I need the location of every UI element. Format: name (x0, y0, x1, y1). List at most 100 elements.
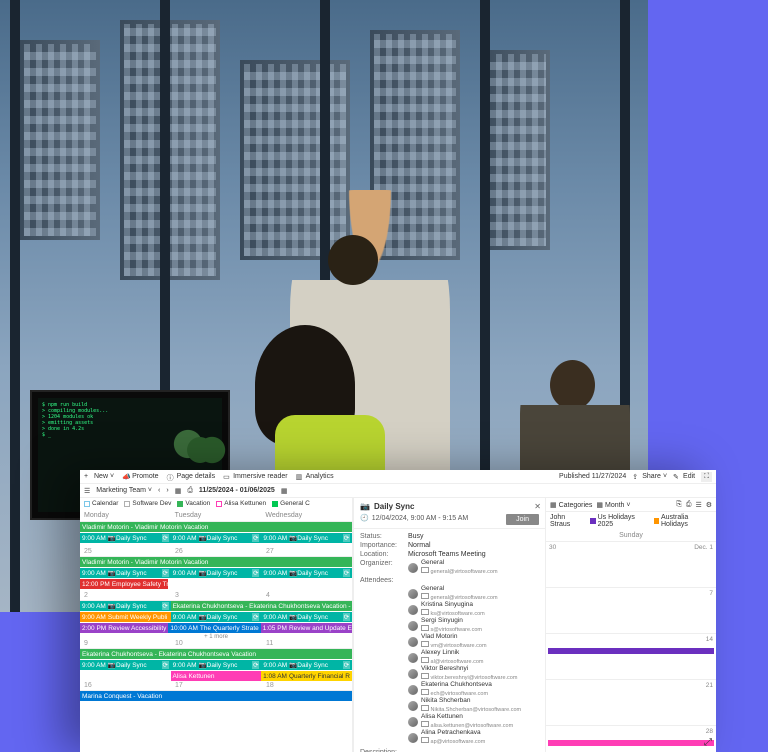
month-cell[interactable]: 28 (546, 726, 716, 752)
attendee-row: Ekaterina Chukhontseva ech@virtosoftware… (408, 682, 539, 697)
close-icon[interactable]: ✕ (534, 502, 541, 511)
month-cell[interactable]: 21 (546, 680, 716, 726)
event-review[interactable]: 2:00 PMReview Accessibility (80, 623, 168, 633)
event-financial[interactable]: 1:08 AMQuarterly Financial R (261, 671, 352, 681)
published-date: Published 11/27/2024 (559, 473, 626, 480)
day-header: Tuesday (171, 509, 262, 521)
avatar (408, 653, 418, 663)
event-quarterly[interactable]: 10:00 AMThe Quarterly Strate (168, 623, 260, 633)
settings-icon[interactable]: ⚙ (706, 501, 712, 509)
avatar (408, 701, 418, 711)
attendee-email: Nikita.Shcherban@virtosoftware.com (421, 705, 521, 714)
new-button[interactable]: +New ˅ (84, 473, 114, 481)
expand-icon[interactable]: ⤢ (704, 737, 712, 748)
date-number: 21 (706, 682, 713, 689)
promote-button[interactable]: 📣Promote (122, 473, 158, 481)
event-marina-vacation[interactable]: Marina Conquest - Vacation (80, 691, 352, 701)
edit-button[interactable]: ✎Edit (673, 473, 695, 481)
legend-us-holidays[interactable]: Us Holidays 2025 (590, 514, 647, 528)
month-cell[interactable]: 14 (546, 634, 716, 680)
print-icon[interactable]: ⎙ (187, 487, 193, 495)
date-number: 7 (709, 590, 713, 597)
mail-icon (421, 657, 429, 663)
event-review[interactable]: 1:05 PMReview and Update E (261, 623, 353, 633)
holiday-bar[interactable] (548, 648, 714, 654)
attendee-row: Viktor Bereshnyi viktor.bereshnyi@virtos… (408, 666, 539, 681)
date-number: 16 (84, 682, 92, 689)
mail-icon (421, 673, 429, 679)
event-daily-sync[interactable]: 9:00 AM📷 Daily Sync⟳ (171, 660, 262, 670)
month-cell[interactable]: 30Dec. 1 (546, 542, 716, 588)
date-range[interactable]: 11/25/2024 - 01/06/2025 (199, 487, 275, 494)
immersive-reader-button[interactable]: ▭Immersive reader (223, 473, 287, 481)
join-button[interactable]: Join (506, 514, 539, 525)
copy-icon[interactable]: ⎘ (676, 501, 682, 509)
nav-next[interactable]: › (166, 487, 168, 494)
calendar-picker-icon[interactable]: ▦ (281, 487, 288, 495)
legend-general[interactable]: General C (272, 500, 310, 507)
team-picker[interactable]: Marketing Team ˅ (96, 487, 152, 494)
event-daily-sync[interactable]: 9:00 AM📷 Daily Sync⟳ (261, 660, 352, 670)
expand-icon: ⛶ (704, 473, 709, 481)
attendee-row: Alexey Linnik al@virtosoftware.com (408, 650, 539, 665)
holiday-bar[interactable] (548, 740, 714, 746)
calendar-grid-right: ▦ Categories ▦ Month ˅ ⎘ ⎙ ☰ ⚙ John Stra… (546, 498, 716, 752)
legend-software-dev[interactable]: Software Dev (124, 500, 171, 507)
square-icon (216, 501, 222, 507)
month-cell[interactable]: 7 (546, 588, 716, 634)
share-button[interactable]: ⇪Share ˅ (632, 473, 667, 481)
fullscreen-button[interactable]: ⛶ (701, 472, 712, 482)
week-row: Marina Conquest - Vacation (80, 690, 352, 701)
event-vacation[interactable]: Vladimir Motorin - Vladimir Motorin Vaca… (80, 557, 352, 567)
event-vacation[interactable]: Ekaterina Chukhontseva - Ekaterina Chukh… (80, 649, 352, 659)
square-icon (590, 518, 595, 524)
importance-label: Importance: (360, 542, 408, 549)
event-daily-sync[interactable]: 9:00 AM📷 Daily Sync⟳ (171, 533, 262, 543)
event-daily-sync[interactable]: 9:00 AM📷 Daily Sync⟳ (80, 568, 171, 578)
date-number: 11 (266, 640, 273, 647)
attendee-row: Nikita Shcherban Nikita.Shcherban@virtos… (408, 698, 539, 713)
attendee-row: Kristina Sinyugina ks@virtosoftware.com (408, 602, 539, 617)
today-icon[interactable]: ▦ (175, 487, 182, 495)
event-vacation[interactable]: Ekaterina Chukhontseva - Ekaterina Chukh… (171, 601, 353, 611)
mail-icon (421, 609, 429, 615)
attendee-email: s@virtosoftware.com (421, 625, 482, 634)
event-daily-sync[interactable]: 9:00 AM📷 Daily Sync⟳ (80, 601, 171, 611)
legend-vacation[interactable]: Vacation (177, 500, 210, 507)
event-submit-weekly[interactable]: 9:00 AMSubmit Weekly Publi (80, 612, 171, 622)
event-daily-sync[interactable]: 9:00 AM📷 Daily Sync⟳ (80, 660, 171, 670)
list-icon[interactable]: ☰ (695, 501, 701, 509)
view-picker[interactable]: ▦ Month ˅ (596, 501, 630, 509)
event-daily-sync[interactable]: 9:00 AM📷 Daily Sync⟳ (171, 568, 262, 578)
legend-au-holidays[interactable]: Australia Holidays (654, 514, 712, 528)
list-icon: ☰ (84, 487, 90, 495)
mail-icon (421, 567, 429, 573)
analytics-button[interactable]: ▥Analytics (296, 473, 334, 481)
legend-alisa[interactable]: Alisa Kettunen (216, 500, 266, 507)
mail-icon (421, 593, 429, 599)
categories-button[interactable]: ▦ Categories (550, 501, 592, 509)
nav-prev[interactable]: ‹ (158, 487, 160, 494)
event-alisa[interactable]: Alisa Kettunen (171, 671, 262, 681)
mail-icon (421, 705, 429, 711)
event-daily-sync[interactable]: 9:00 AM📷 Daily Sync⟳ (171, 612, 262, 622)
event-vacation[interactable]: Vladimir Motorin - Vladimir Motorin Vaca… (80, 522, 352, 532)
attendee-row: Vlad Motorin vm@virtosoftware.com (408, 634, 539, 649)
legend-calendar[interactable]: Calendar (84, 500, 118, 507)
week-row: Vladimir Motorin - Vladimir Motorin Vaca… (80, 556, 352, 600)
event-safety-training[interactable]: 12:00 PMEmployee Safety Trai (80, 579, 168, 589)
importance-value: Normal (408, 542, 431, 549)
event-daily-sync[interactable]: 9:00 AM📷 Daily Sync⟳ (261, 533, 352, 543)
date-number: 26 (175, 548, 183, 555)
legend-john[interactable]: John Straus (550, 514, 584, 528)
event-daily-sync[interactable]: 9:00 AM📷 Daily Sync⟳ (80, 533, 171, 543)
avatar (408, 621, 418, 631)
date-number: 30 (549, 544, 556, 551)
right-legend: John Straus Us Holidays 2025 Australia H… (546, 512, 716, 530)
page-details-button[interactable]: ⓘPage details (167, 473, 216, 481)
event-daily-sync[interactable]: 9:00 AM📷 Daily Sync⟳ (261, 612, 352, 622)
event-daily-sync[interactable]: 9:00 AM📷 Daily Sync⟳ (261, 568, 352, 578)
week-row: 9:00 AM📷 Daily Sync⟳ Ekaterina Chukhonts… (80, 600, 352, 648)
attendee-row: Sergi Sinyugin s@virtosoftware.com (408, 618, 539, 633)
print-icon[interactable]: ⎙ (686, 501, 692, 509)
